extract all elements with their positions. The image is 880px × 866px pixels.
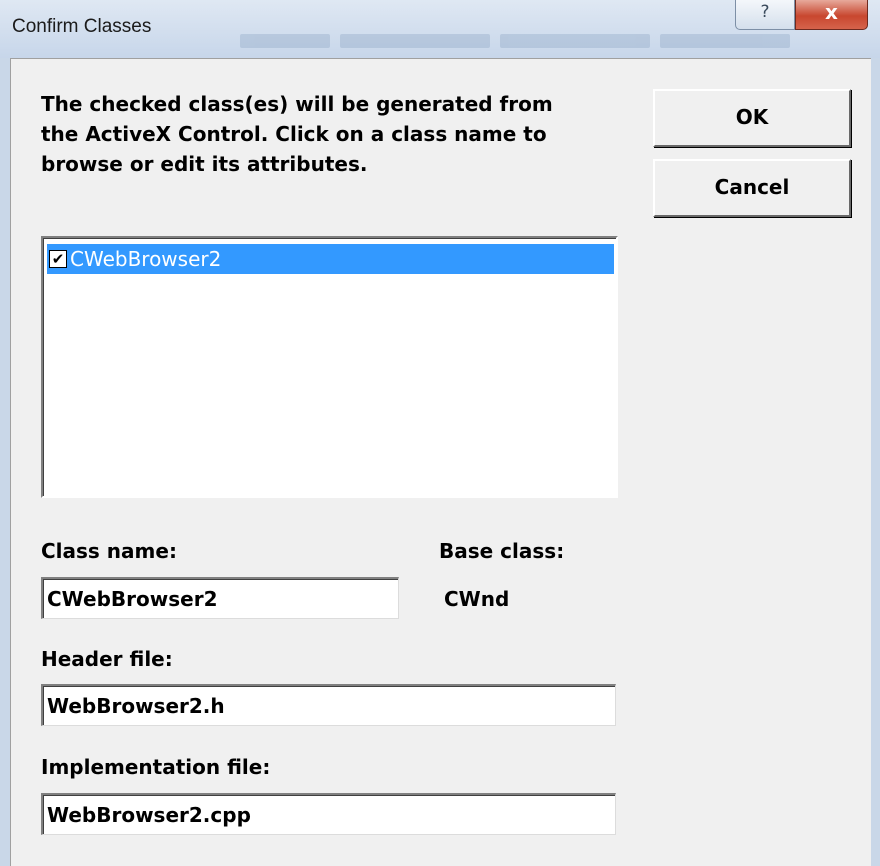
- class-name-label: Class name:: [41, 539, 177, 563]
- header-file-label: Header file:: [41, 647, 173, 671]
- confirm-classes-dialog: Confirm Classes ? x The checked class(es…: [0, 0, 880, 866]
- help-button[interactable]: ?: [735, 0, 795, 30]
- close-button[interactable]: x: [795, 0, 868, 30]
- question-mark-icon: ?: [760, 2, 770, 22]
- background-window-tabs: [240, 26, 880, 58]
- instructions-text: The checked class(es) will be generated …: [41, 92, 553, 176]
- window-title: Confirm Classes: [12, 16, 152, 37]
- title-bar[interactable]: Confirm Classes ? x: [0, 0, 880, 58]
- dialog-body: The checked class(es) will be generated …: [10, 58, 871, 866]
- base-class-label: Base class:: [439, 539, 565, 563]
- implementation-file-input[interactable]: [41, 793, 616, 835]
- background-tab: [340, 34, 490, 48]
- close-icon: x: [825, 0, 838, 24]
- background-tab: [660, 34, 790, 48]
- class-list[interactable]: ✔ CWebBrowser2: [41, 236, 618, 498]
- base-class-value: CWnd: [444, 587, 510, 611]
- list-item-label: CWebBrowser2: [70, 247, 222, 271]
- background-tab: [240, 34, 330, 48]
- ok-button[interactable]: OK: [653, 89, 851, 147]
- implementation-file-label: Implementation file:: [41, 755, 271, 779]
- class-checkbox[interactable]: ✔: [49, 250, 67, 268]
- list-item-cwebbrowser2[interactable]: ✔ CWebBrowser2: [47, 244, 614, 274]
- background-tab: [500, 34, 650, 48]
- class-name-input[interactable]: [41, 577, 399, 619]
- header-file-input[interactable]: [41, 684, 616, 726]
- cancel-button[interactable]: Cancel: [653, 159, 851, 217]
